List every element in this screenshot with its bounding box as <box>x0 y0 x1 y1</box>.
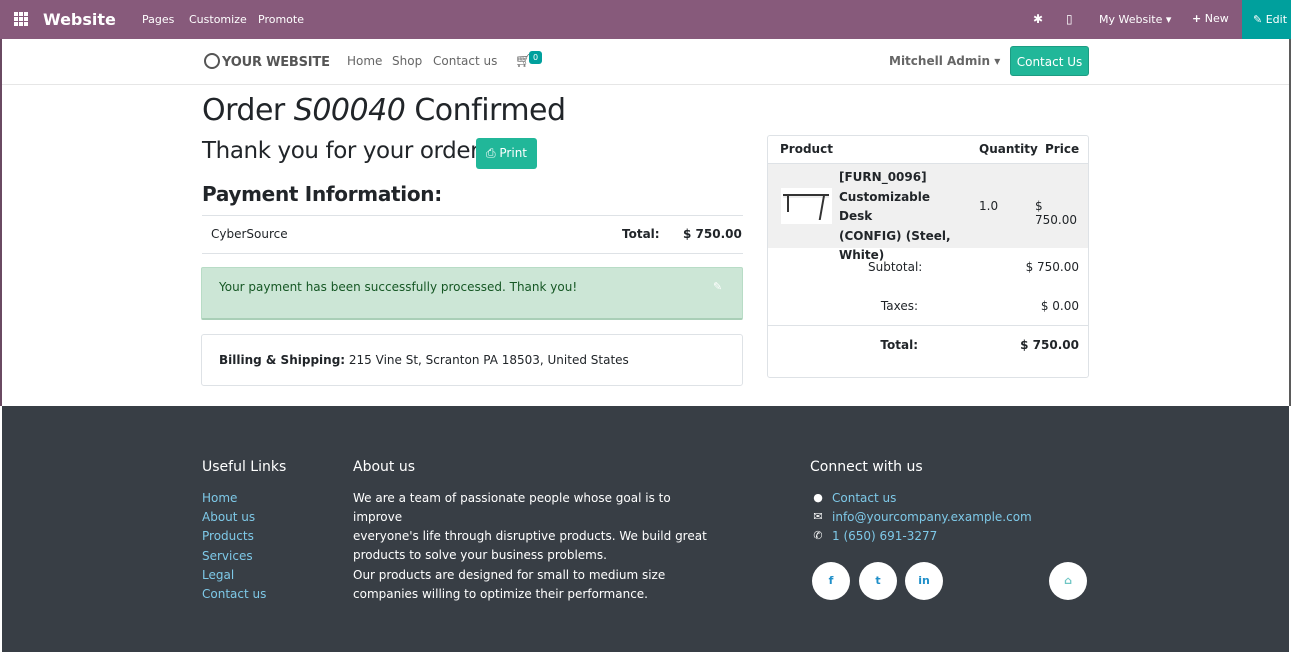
footer-link-services[interactable]: Services <box>202 549 253 563</box>
about-line: We are a team of passionate people whose… <box>353 491 671 524</box>
taxes-value: $ 0.00 <box>1040 299 1079 313</box>
nav-home[interactable]: Home <box>347 54 382 68</box>
product-price: $ 750.00 <box>1035 199 1077 227</box>
print-button[interactable]: ⎙ Print <box>476 138 537 169</box>
divider <box>768 325 1088 326</box>
about-line: everyone's life through disruptive produ… <box>353 529 707 543</box>
product-name[interactable]: [FURN_0096] Customizable Desk (CONFIG) (… <box>839 168 964 266</box>
left-border <box>0 39 2 406</box>
my-website-dropdown[interactable]: My Website ▾ <box>1099 13 1171 26</box>
globe-icon <box>204 53 220 69</box>
cart-total-label: Total: <box>880 338 918 352</box>
menu-pages[interactable]: Pages <box>142 13 174 26</box>
footer-link-products[interactable]: Products <box>202 529 254 543</box>
contact-us-button[interactable]: Contact Us <box>1010 46 1089 76</box>
billing-label: Billing & Shipping: <box>219 353 346 367</box>
product-name-line: (CONFIG) (Steel, <box>839 228 951 243</box>
header-price: Price <box>1045 142 1080 156</box>
header-product: Product <box>780 142 833 156</box>
footer-link-legal[interactable]: Legal <box>202 568 234 582</box>
order-summary-card: Product Quantity Price [FURN_0096] Custo… <box>767 135 1089 378</box>
print-label: Print <box>499 146 528 160</box>
edit-button[interactable]: ✎ Edit <box>1242 0 1291 39</box>
menu-customize[interactable]: Customize <box>189 13 247 26</box>
payment-total-value: $ 750.00 <box>683 227 742 241</box>
useful-links-heading: Useful Links <box>202 459 287 475</box>
success-alert: Your payment has been successfully proce… <box>201 267 743 320</box>
thanks-message: Thank you for your order. <box>202 138 484 164</box>
admin-topbar: Website Pages Customize Promote ✱ ▯ My W… <box>0 0 1291 39</box>
my-website-label: My Website <box>1099 13 1163 26</box>
title-prefix: Order <box>202 93 294 128</box>
pencil-icon[interactable]: ✎ <box>713 280 722 293</box>
about-line: Our products are designed for small to m… <box>353 568 666 582</box>
about-line: products to solve your business problems… <box>353 548 607 562</box>
payment-heading: Payment Information: <box>202 182 442 206</box>
order-ref: S00040 <box>293 93 406 128</box>
subtotal-value: $ 750.00 <box>1025 260 1079 274</box>
payment-method: CyberSource <box>211 227 288 241</box>
payment-total-label: Total: <box>622 227 660 241</box>
product-name-line: Customizable Desk <box>839 189 931 224</box>
nav-contact[interactable]: Contact us <box>433 54 497 68</box>
caret-down-icon: ▾ <box>1165 13 1172 26</box>
website-navbar <box>2 39 1289 85</box>
connect-heading: Connect with us <box>810 459 923 475</box>
header-quantity: Quantity <box>979 142 1038 156</box>
twitter-icon[interactable]: t <box>859 562 897 600</box>
cart-count-badge: 0 <box>529 51 542 64</box>
envelope-icon: ✉ <box>813 510 823 523</box>
edit-label: Edit <box>1265 13 1288 26</box>
about-paragraph-2: Our products are designed for small to m… <box>353 566 723 604</box>
user-name: Mitchell Admin <box>889 54 991 68</box>
success-message: Your payment has been successfully proce… <box>219 280 578 294</box>
site-logo[interactable]: YOUR WEBSITE <box>204 53 330 70</box>
phone-icon: ✆ <box>813 529 823 542</box>
divider <box>202 253 743 254</box>
billing-shipping-card: Billing & Shipping: 215 Vine St, Scranto… <box>201 334 743 386</box>
print-icon: ⎙ <box>485 146 496 160</box>
footer-phone-link[interactable]: 1 (650) 691-3277 <box>832 529 937 543</box>
divider <box>202 215 743 216</box>
product-image <box>781 188 832 224</box>
caret-down-icon: ▾ <box>994 54 1001 68</box>
home-icon[interactable]: ⌂ <box>1049 562 1087 600</box>
footer-contact-link[interactable]: Contact us <box>832 491 896 505</box>
product-name-line: [FURN_0096] <box>839 170 927 184</box>
user-menu[interactable]: Mitchell Admin ▾ <box>889 54 1000 68</box>
cart-total-value: $ 750.00 <box>1020 338 1079 352</box>
nav-shop[interactable]: Shop <box>392 54 422 68</box>
new-label: New <box>1204 12 1229 25</box>
page-title: Order S00040 Confirmed <box>202 93 566 128</box>
footer-link-about[interactable]: About us <box>202 510 255 524</box>
app-title: Website <box>43 10 116 29</box>
table-row: [FURN_0096] Customizable Desk (CONFIG) (… <box>768 164 1088 262</box>
billing-address: 215 Vine St, Scranton PA 18503, United S… <box>348 353 629 367</box>
facebook-icon[interactable]: f <box>812 562 850 600</box>
about-paragraph-1: We are a team of passionate people whose… <box>353 489 723 565</box>
bug-icon[interactable]: ✱ <box>1033 12 1043 26</box>
about-line: companies willing to optimize their perf… <box>353 587 648 601</box>
logo-text: YOUR WEBSITE <box>222 55 330 70</box>
footer-email-link[interactable]: info@yourcompany.example.com <box>832 510 1032 524</box>
title-suffix: Confirmed <box>405 93 566 128</box>
subtotal-label: Subtotal: <box>868 260 923 274</box>
taxes-label: Taxes: <box>880 299 918 313</box>
pencil-icon: ✎ <box>1253 13 1263 26</box>
product-quantity: 1.0 <box>979 199 999 213</box>
mobile-icon[interactable]: ▯ <box>1066 12 1073 26</box>
apps-grid-icon[interactable] <box>14 12 28 26</box>
plus-icon: + <box>1192 12 1202 25</box>
footer-link-contact[interactable]: Contact us <box>202 587 266 601</box>
comment-icon: ● <box>813 491 823 504</box>
linkedin-icon[interactable]: in <box>905 562 943 600</box>
menu-promote[interactable]: Promote <box>258 13 304 26</box>
footer-link-home[interactable]: Home <box>202 491 237 505</box>
new-button[interactable]: + New <box>1192 12 1229 25</box>
about-heading: About us <box>353 459 416 475</box>
